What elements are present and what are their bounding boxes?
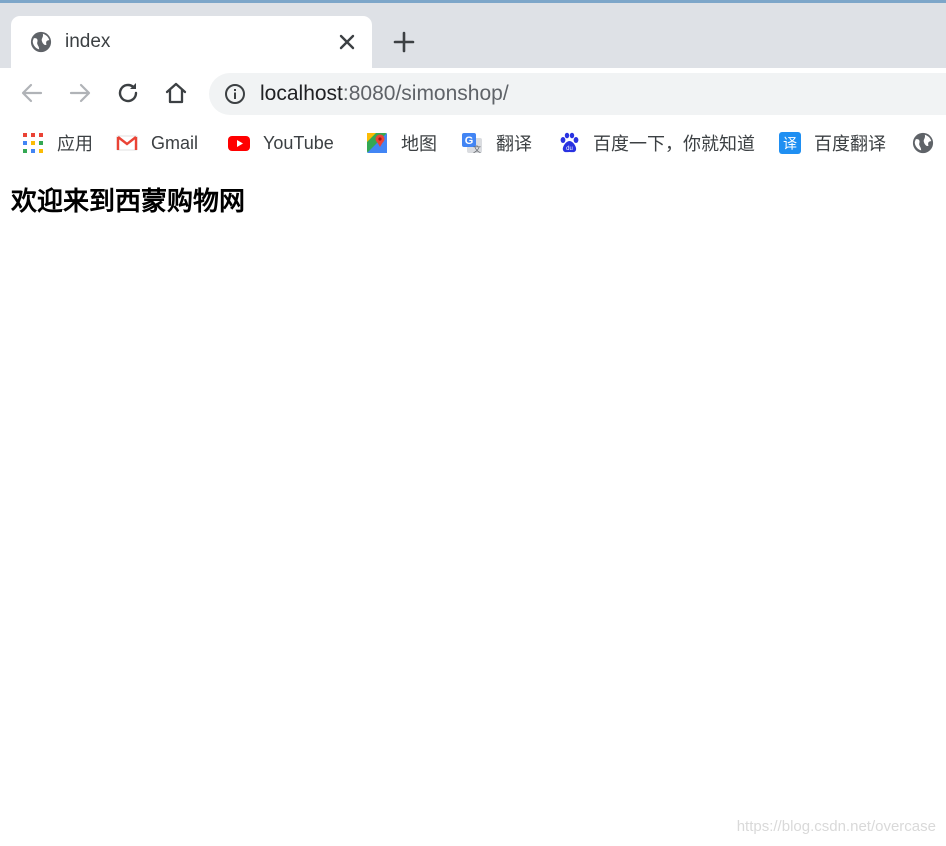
- bookmark-other[interactable]: [912, 130, 934, 156]
- bookmarks-bar: 应用 Gmail YouTube 地图 G 文 翻译 du 百度一下，你就知道 …: [0, 120, 946, 166]
- gmail-icon: [116, 135, 138, 151]
- back-arrow-icon[interactable]: [19, 80, 45, 106]
- svg-text:文: 文: [473, 144, 481, 154]
- youtube-icon: [228, 136, 250, 151]
- address-bar[interactable]: localhost:8080/simonshop/: [209, 73, 946, 115]
- bookmark-label: 百度翻译: [814, 134, 886, 154]
- svg-text:译: 译: [783, 137, 797, 153]
- bookmark-baidu[interactable]: du 百度一下，你就知道: [558, 130, 755, 156]
- svg-text:G: G: [465, 135, 474, 147]
- tab-strip: index: [0, 3, 946, 68]
- bookmark-label: Gmail: [151, 132, 199, 153]
- bookmark-youtube[interactable]: YouTube: [228, 130, 334, 156]
- reload-icon[interactable]: [115, 80, 141, 106]
- browser-toolbar: localhost:8080/simonshop/: [0, 68, 946, 120]
- bookmark-gmail[interactable]: Gmail: [116, 130, 198, 156]
- new-tab-plus-icon[interactable]: [392, 30, 416, 54]
- bookmark-baidu-translate[interactable]: 译 百度翻译: [779, 130, 886, 156]
- apps-grid-icon: [23, 133, 43, 153]
- url-host: localhost: [260, 82, 343, 105]
- bookmark-label: YouTube: [263, 132, 334, 153]
- bookmark-label: 应用: [57, 134, 93, 154]
- bookmark-label: 翻译: [496, 134, 532, 154]
- bookmark-translate[interactable]: G 文 翻译: [461, 130, 532, 156]
- baidu-translate-icon: 译: [779, 132, 801, 154]
- bookmark-label: 地图: [401, 134, 437, 154]
- globe-icon: [30, 31, 52, 53]
- bookmark-apps[interactable]: 应用: [22, 130, 93, 156]
- bookmark-maps[interactable]: 地图: [366, 130, 437, 156]
- url-path: :8080/simonshop/: [342, 82, 509, 105]
- baidu-paw-icon: du: [560, 132, 579, 153]
- tab-title: index: [65, 31, 111, 52]
- home-icon[interactable]: [163, 80, 189, 106]
- bookmark-label: 百度一下，你就知道: [593, 134, 755, 154]
- page-heading: 欢迎来到西蒙购物网: [11, 187, 246, 217]
- url-text[interactable]: localhost:8080/simonshop/: [260, 82, 509, 106]
- tab-index[interactable]: index: [11, 16, 372, 68]
- forward-arrow-icon[interactable]: [67, 80, 93, 106]
- globe-icon: [912, 132, 934, 154]
- watermark-text: https://blog.csdn.net/overcase: [736, 818, 936, 835]
- google-translate-icon: G 文: [462, 133, 482, 154]
- maps-icon: [367, 133, 387, 153]
- info-icon[interactable]: [224, 83, 246, 105]
- svg-text:du: du: [566, 146, 573, 152]
- close-icon[interactable]: [337, 32, 357, 52]
